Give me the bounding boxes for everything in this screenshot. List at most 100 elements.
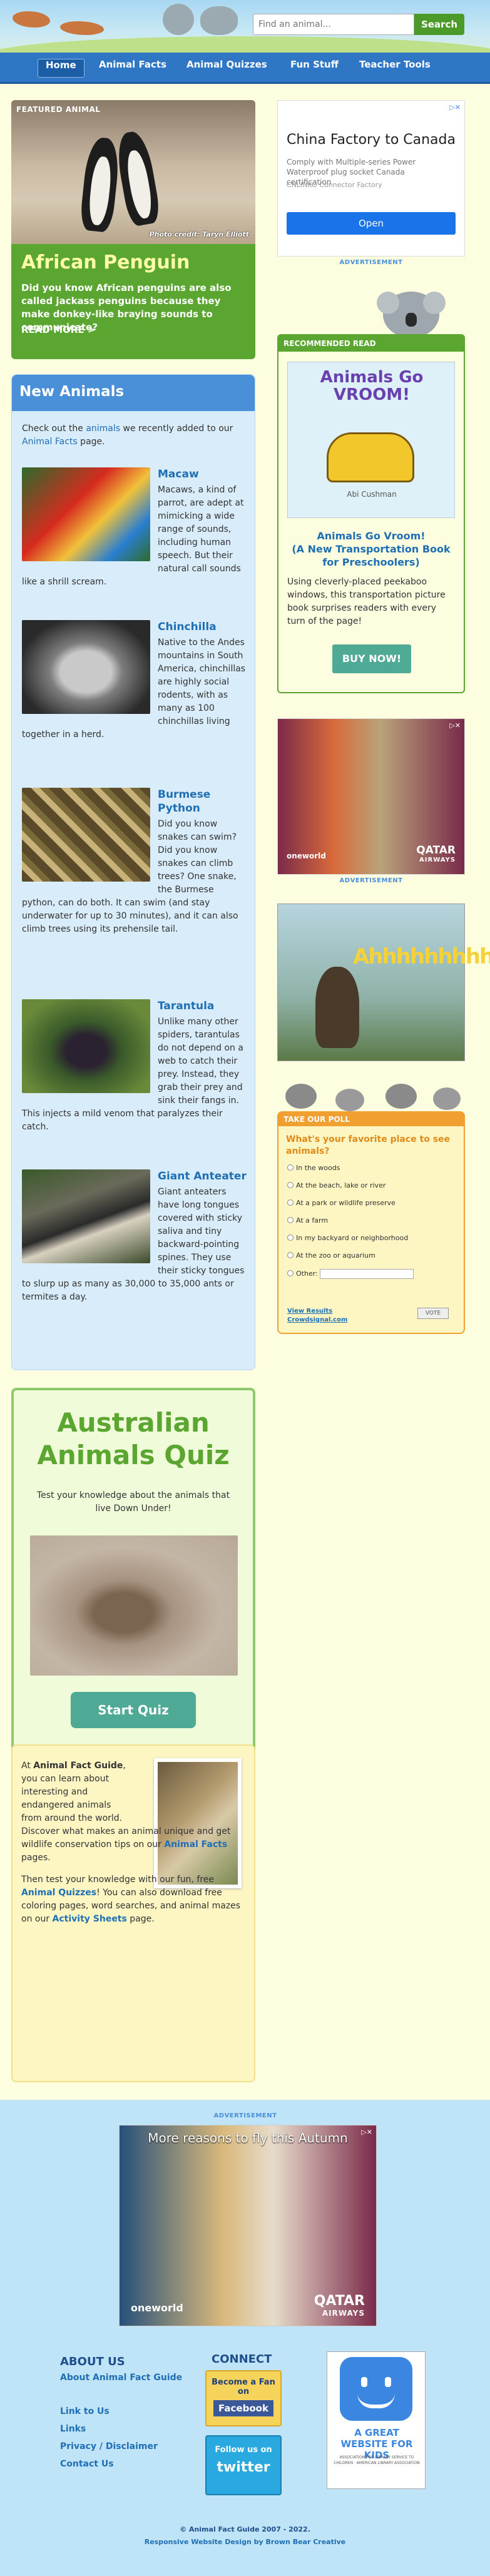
book-title[interactable]: Animals Go Vroom!: [285, 529, 457, 542]
about-panel: At Animal Fact Guide, you can learn abou…: [11, 1744, 255, 2082]
nav-teacher-tools[interactable]: Teacher Tools: [352, 59, 438, 78]
quokka-photo: [30, 1535, 238, 1676]
macaw-photo[interactable]: [22, 467, 150, 561]
buy-now-button[interactable]: BUY NOW!: [332, 644, 411, 673]
koala-illustration: [377, 292, 446, 338]
animal-entry-tarantula: Tarantula Unlike many other spiders, tar…: [22, 999, 248, 1134]
footer-link-contact[interactable]: Contact Us: [60, 2459, 114, 2469]
ad-qatar-autumn[interactable]: ▷✕ More reasons to fly this Autumn onewo…: [119, 2125, 377, 2326]
great-website-for-kids-badge[interactable]: A GREAT WEBSITE FOR KIDS ASSOCIATION FOR…: [327, 2351, 426, 2489]
poll-option-label: At a park or wildlife preserve: [296, 1199, 396, 1207]
nav-animal-quizzes[interactable]: Animal Quizzes: [179, 59, 275, 78]
book-title-link[interactable]: Animals Go Vroom! (A New Transportation …: [285, 529, 457, 569]
radio-button[interactable]: [287, 1164, 293, 1171]
quiz-card: Australian Animals Quiz Test your knowle…: [11, 1388, 255, 1759]
featured-animal-card[interactable]: FEATURED ANIMAL Photo credit: Taryn Elli…: [11, 100, 255, 359]
footer-link-privacy[interactable]: Privacy / Disclaimer: [60, 2441, 158, 2451]
vote-button[interactable]: VOTE: [417, 1308, 449, 1319]
advertisement-label: ADVERTISEMENT: [339, 877, 403, 884]
advertisement-label: ADVERTISEMENT: [339, 259, 403, 266]
animal-facts-link[interactable]: Animal Facts: [22, 437, 78, 447]
poll-option[interactable]: In the woods: [287, 1164, 340, 1172]
footer-link-about[interactable]: About Animal Fact Guide: [60, 2373, 182, 2383]
design-credit-link[interactable]: Responsive Website Design by Brown Bear …: [0, 2538, 490, 2546]
intro-text: we recently added to our: [120, 424, 233, 434]
car-illustration: [327, 432, 414, 482]
about-text: At Animal Fact Guide, you can learn abou…: [21, 1759, 247, 1926]
twitter-badge-text: Follow us on: [215, 2445, 272, 2455]
quiz-title[interactable]: Australian Animals Quiz: [14, 1407, 253, 1472]
penguin-figure: [113, 129, 162, 228]
poll-other-input[interactable]: [320, 1269, 414, 1279]
animal-quizzes-link[interactable]: Animal Quizzes: [21, 1888, 96, 1898]
tarantula-photo[interactable]: [22, 999, 150, 1093]
ad-open-button[interactable]: Open: [287, 212, 456, 235]
poll-option[interactable]: At a farm: [287, 1216, 328, 1224]
header-animal-art: [200, 6, 238, 35]
radio-button[interactable]: [287, 1182, 293, 1188]
twitter-badge[interactable]: Follow us on twitter: [205, 2435, 282, 2495]
ad-choices-icon[interactable]: ▷✕: [449, 721, 461, 730]
animals-link[interactable]: animals: [86, 424, 120, 434]
animal-facts-link[interactable]: Animal Facts: [164, 1840, 227, 1850]
advertisement-label: ADVERTISEMENT: [213, 2112, 277, 2119]
search-input[interactable]: [253, 14, 414, 35]
main-nav: Home Animal Facts Animal Quizzes Fun Stu…: [0, 53, 490, 84]
intro-text: page.: [77, 437, 105, 447]
poll-option-other[interactable]: Other:: [287, 1269, 414, 1279]
chinchilla-photo[interactable]: [22, 620, 150, 714]
featured-animal-photo: [11, 100, 255, 244]
start-quiz-button[interactable]: Start Quiz: [71, 1692, 196, 1728]
poll-option[interactable]: At the zoo or aquarium: [287, 1251, 375, 1260]
header-animal-art: [13, 11, 50, 28]
radio-button[interactable]: [287, 1235, 293, 1241]
book-description: Using cleverly-placed peekaboo windows, …: [287, 577, 446, 626]
new-animals-intro: Check out the animals we recently added …: [22, 422, 247, 449]
ad-china-factory[interactable]: ▷✕ China Factory to Canada Comply with M…: [277, 100, 465, 257]
header-hill: [0, 36, 490, 53]
recommended-read-header: RECOMMENDED READ: [278, 335, 464, 352]
featured-title[interactable]: African Penguin: [21, 252, 190, 273]
about-text-part: Then test your knowledge with our fun, f…: [21, 1875, 214, 1885]
crowdsignal-link[interactable]: Crowdsignal.com: [287, 1316, 347, 1323]
activity-sheets-link[interactable]: Activity Sheets: [53, 1914, 127, 1924]
footer-link-links[interactable]: Links: [60, 2424, 86, 2434]
book-subtitle[interactable]: (A New Transportation Book for Preschool…: [285, 542, 457, 569]
qatar-brand: QATAR: [314, 2293, 365, 2309]
view-results-link[interactable]: View Results: [287, 1308, 332, 1315]
radio-button[interactable]: [287, 1252, 293, 1258]
book-cover[interactable]: Animals Go VROOM! Abi Cushman: [287, 362, 455, 518]
python-photo[interactable]: [22, 788, 150, 882]
poll-option[interactable]: In my backyard or neighborhood: [287, 1234, 408, 1242]
facebook-badge-text: Become a Fan on: [212, 2378, 275, 2396]
oneworld-logo: oneworld: [131, 2302, 183, 2314]
about-us-heading: ABOUT US: [60, 2355, 125, 2368]
poll-question: What's your favorite place to see animal…: [286, 1134, 451, 1156]
radio-button[interactable]: [287, 1199, 293, 1206]
poll-option[interactable]: At the beach, lake or river: [287, 1181, 385, 1189]
ad-title[interactable]: China Factory to Canada: [287, 132, 456, 148]
search-button[interactable]: Search: [414, 14, 464, 35]
nav-fun-stuff[interactable]: Fun Stuff: [283, 59, 346, 78]
facebook-badge[interactable]: Become a Fan on Facebook: [205, 2370, 282, 2426]
radio-button[interactable]: [287, 1217, 293, 1223]
oneworld-logo: oneworld: [287, 852, 326, 860]
facebook-logo: Facebook: [213, 2400, 273, 2416]
animal-entry-macaw: Macaw Macaws, a kind of parrot, are adep…: [22, 467, 248, 589]
ad-qatar-airways[interactable]: ▷✕ oneworld QATAR AIRWAYS: [277, 718, 465, 875]
twitter-logo: twitter: [217, 2460, 270, 2475]
footer-link-link-to-us[interactable]: Link to Us: [60, 2406, 110, 2416]
bear-book-promo[interactable]: Ahhhhhhhhh: [277, 904, 490, 1061]
nav-animal-facts[interactable]: Animal Facts: [91, 59, 174, 78]
ad-title[interactable]: More reasons to fly this Autumn: [120, 2131, 376, 2146]
about-text-part: pages.: [21, 1853, 51, 1863]
smiley-icon: [340, 2357, 412, 2421]
ad-choices-icon[interactable]: ▷✕: [449, 103, 461, 111]
poll-option[interactable]: At a park or wildlife preserve: [287, 1199, 396, 1207]
book-cover-title: Animals Go VROOM!: [320, 368, 424, 404]
new-animals-panel: New Animals Check out the animals we rec…: [11, 374, 255, 1370]
anteater-photo[interactable]: [22, 1169, 150, 1263]
read-more-link[interactable]: READ MORE >: [21, 324, 95, 335]
radio-button[interactable]: [287, 1270, 293, 1276]
nav-home[interactable]: Home: [38, 59, 84, 78]
